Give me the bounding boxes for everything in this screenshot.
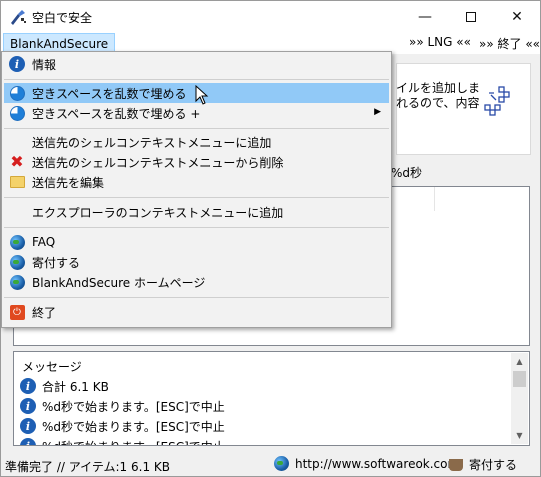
menu-item-label: 空きスペースを乱数で埋める + (32, 106, 201, 121)
globe-icon (9, 254, 25, 270)
app-logo-icon (484, 86, 510, 116)
maximize-icon (466, 11, 476, 22)
menu-item-info[interactable]: i 情報 (4, 54, 389, 74)
globe-icon (9, 274, 25, 290)
menu-item-donate[interactable]: 寄付する (4, 252, 389, 272)
window-title: 空白で安全 (32, 11, 93, 25)
menu-item-homepage[interactable]: BlankAndSecure ホームページ (4, 272, 389, 292)
menu-item-add-explorer[interactable]: エクスプローラのコンテキストメニューに追加 (4, 202, 389, 222)
menu-separator (4, 297, 389, 298)
menu-item-fill-random-plus[interactable]: 空きスペースを乱数で埋める + ▶ (4, 103, 389, 123)
message-text: %d秒で始まります。[ESC]で中止 (42, 438, 225, 446)
menu-lng[interactable]: »» LNG «« (409, 35, 471, 49)
menu-item-remove-sendto[interactable]: ✖ 送信先のシェルコンテキストメニューから削除 (4, 152, 389, 172)
coffee-cup-icon (449, 458, 463, 471)
menu-item-label: 寄付する (32, 255, 81, 270)
menu-item-label: エクスプローラのコンテキストメニューに追加 (32, 205, 284, 220)
message-log: メッセージ i 合計 6.1 KB i %d秒で始まります。[ESC]で中止 i… (13, 351, 530, 446)
menu-item-faq[interactable]: FAQ (4, 232, 389, 252)
message-title: メッセージ (22, 360, 82, 374)
pie-icon (9, 105, 25, 121)
menu-separator (4, 79, 389, 80)
minimize-icon: — (418, 8, 432, 25)
message-line: i %d秒で始まります。[ESC]で中止 (20, 396, 225, 416)
info-text-line2: れるので、内容 (396, 96, 480, 110)
info-icon: i (20, 398, 36, 414)
menu-separator (4, 227, 389, 228)
power-icon: ⏻ (9, 304, 25, 320)
menu-blankandsecure[interactable]: BlankAndSecure (3, 33, 116, 53)
menu-separator (4, 197, 389, 198)
message-text: 合計 6.1 KB (42, 379, 109, 394)
homepage-url[interactable]: http://www.softwareok.com (295, 457, 459, 471)
menu-item-label: 終了 (32, 305, 57, 320)
menu-item-label: FAQ (32, 235, 56, 249)
scroll-up-icon[interactable]: ▲ (511, 353, 528, 370)
time-label: %d秒 (391, 166, 423, 180)
folder-icon (9, 174, 25, 190)
message-line: i %d秒で始まります。[ESC]で中止 (20, 436, 225, 446)
info-text-line1: イルを追加しま (396, 81, 481, 95)
close-icon: ✕ (511, 8, 523, 25)
menu-item-edit-sendto[interactable]: 送信先を編集 (4, 172, 389, 192)
scroll-thumb[interactable] (513, 371, 526, 387)
globe-icon (9, 234, 25, 250)
menu-item-add-sendto[interactable]: 送信先のシェルコンテキストメニューに追加 (4, 132, 389, 152)
message-text: %d秒で始まります。[ESC]で中止 (42, 399, 225, 414)
title-bar: 空白で安全 — ✕ (1, 1, 540, 32)
info-icon: i (20, 378, 36, 394)
menu-item-label: BlankAndSecure ホームページ (32, 275, 206, 290)
scroll-down-icon[interactable]: ▼ (511, 427, 528, 444)
donate-link[interactable]: 寄付する (449, 456, 517, 473)
info-icon: i (9, 56, 25, 72)
message-line: i %d秒で始まります。[ESC]で中止 (20, 416, 225, 436)
minimize-button[interactable]: — (402, 1, 448, 32)
donate-label[interactable]: 寄付する (469, 456, 517, 473)
status-bar: 準備完了 // アイテム:1 6.1 KB http://www.softwar… (1, 454, 540, 476)
menu-separator (4, 128, 389, 129)
menu-item-label: 情報 (32, 57, 57, 72)
homepage-link[interactable]: http://www.softwareok.com (274, 456, 459, 471)
message-text: %d秒で始まります。[ESC]で中止 (42, 419, 225, 434)
submenu-arrow-icon: ▶ (374, 107, 381, 117)
menu-item-exit[interactable]: ⏻ 終了 (4, 302, 389, 322)
info-text: イルを追加しま れるので、内容 (396, 81, 480, 111)
menu-item-label: 送信先のシェルコンテキストメニューから削除 (32, 155, 284, 170)
menu-item-label: 送信先のシェルコンテキストメニューに追加 (32, 135, 272, 150)
column-divider (434, 187, 435, 211)
red-x-icon: ✖ (10, 152, 24, 171)
info-icon: i (20, 438, 36, 445)
menu-item-label: 送信先を編集 (32, 175, 105, 190)
menu-exit[interactable]: »» 終了 «« (479, 35, 540, 52)
message-scrollbar[interactable]: ▲ ▼ (511, 353, 528, 444)
menu-item-label: 空きスペースを乱数で埋める (32, 86, 187, 101)
mouse-cursor-icon (195, 85, 209, 105)
pie-icon (9, 85, 25, 101)
status-text: 準備完了 // アイテム:1 6.1 KB (5, 460, 171, 474)
app-icon (11, 10, 26, 25)
globe-icon (274, 456, 289, 471)
maximize-button[interactable] (448, 1, 494, 32)
info-icon: i (20, 418, 36, 434)
message-line: i 合計 6.1 KB (20, 376, 109, 396)
close-button[interactable]: ✕ (494, 1, 540, 32)
app-window: 空白で安全 — ✕ BlankAndSecure »» LNG «« »» 終了… (0, 0, 541, 477)
